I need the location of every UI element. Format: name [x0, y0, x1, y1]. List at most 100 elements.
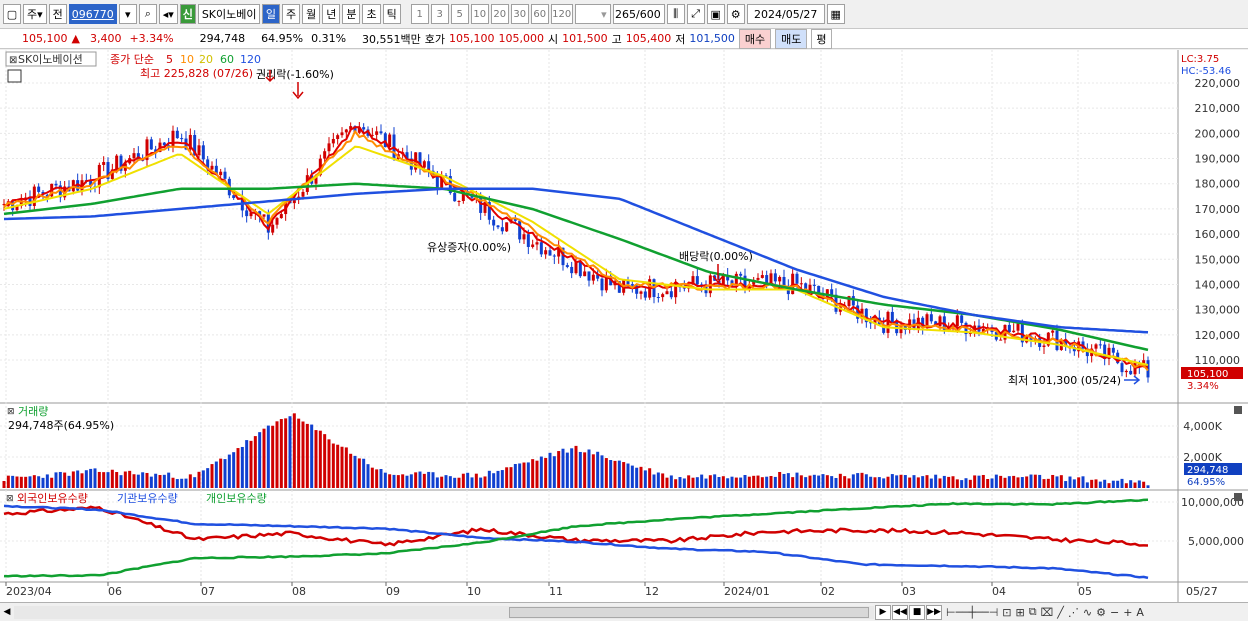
- volume-bar: [67, 475, 71, 488]
- volume-bar: [903, 475, 907, 488]
- scroll-right-icon[interactable]: ▶: [875, 604, 891, 620]
- wave-icon[interactable]: ∿: [1083, 606, 1092, 619]
- volume-bar: [804, 477, 808, 488]
- bid-ask-label: 호가: [424, 32, 446, 46]
- holding-panel-close-icon[interactable]: [1234, 493, 1242, 501]
- sell-button[interactable]: 매도: [775, 28, 808, 49]
- indicator-icon[interactable]: ⌧: [1041, 606, 1054, 619]
- font-icon[interactable]: A: [1136, 606, 1144, 619]
- interval-day[interactable]: 일: [261, 4, 280, 24]
- line-tool-icon[interactable]: ╱: [1057, 606, 1064, 619]
- volume-bar: [50, 477, 54, 488]
- volume-bar: [223, 459, 227, 488]
- volume-bar: [509, 467, 513, 488]
- volume-panel-close-icon[interactable]: [1234, 406, 1242, 414]
- avg-button[interactable]: 평: [811, 28, 832, 49]
- save-icon[interactable]: ▣: [706, 4, 725, 24]
- minute-option-20[interactable]: 20: [490, 4, 509, 24]
- candle-body: [219, 171, 223, 176]
- stock-name-field[interactable]: SK이노베이: [197, 4, 260, 24]
- scroll-thumb[interactable]: [509, 606, 869, 618]
- candle-body: [830, 289, 834, 295]
- scroll-left-icon[interactable]: ◀: [0, 607, 14, 617]
- draw-tool-icon[interactable]: ⤢: [686, 4, 705, 24]
- minute-option-30[interactable]: 30: [510, 4, 529, 24]
- open-label: 시: [548, 32, 559, 46]
- code-dropdown-icon[interactable]: ▾: [118, 4, 137, 24]
- table-toggle-icon[interactable]: [7, 69, 22, 83]
- candle-style-icon[interactable]: ⫼: [666, 4, 685, 24]
- count-field[interactable]: 265/600: [612, 4, 665, 24]
- volume-bar: [661, 473, 665, 488]
- candle-body: [756, 277, 760, 280]
- volume-bar: [149, 476, 153, 488]
- new-badge[interactable]: 신: [179, 4, 196, 24]
- minute-option-3[interactable]: 3: [430, 4, 449, 24]
- minute-option-1[interactable]: 1: [410, 4, 429, 24]
- volume-bar: [301, 421, 305, 488]
- volume-bar: [708, 475, 712, 488]
- minute-option-120[interactable]: 120: [550, 4, 573, 24]
- candle-body: [1007, 324, 1011, 333]
- calendar-icon[interactable]: ▦: [826, 4, 845, 24]
- candle-body: [457, 201, 461, 203]
- bid-value: 105,100: [449, 32, 495, 45]
- rewind-icon[interactable]: ◀◀: [892, 604, 908, 620]
- volume-bar: [32, 475, 36, 488]
- search-icon[interactable]: ⌕: [138, 4, 157, 24]
- gear-icon[interactable]: ⚙: [726, 4, 745, 24]
- interval-week[interactable]: 주: [281, 4, 301, 24]
- volume-bar: [921, 476, 925, 488]
- minute-option-5[interactable]: 5: [450, 4, 469, 24]
- layout-icon[interactable]: ⊡: [1002, 606, 1011, 619]
- volume-bar: [1046, 478, 1050, 488]
- minute-custom-select[interactable]: ▾: [574, 4, 611, 24]
- volume-bar: [1038, 474, 1042, 488]
- stock-code-input[interactable]: 096770: [68, 4, 117, 24]
- inst-holding-line: [3, 504, 1149, 580]
- date-field[interactable]: 2024/05/27: [746, 4, 825, 24]
- period-tab-select[interactable]: 주 ▾: [23, 4, 47, 24]
- chart-area[interactable]: 220,000 210,000 200,000 190,000 180,000 170,0…: [0, 50, 1248, 602]
- prev-button[interactable]: 전: [48, 4, 67, 24]
- volume-y-axis: 4,000K 2,000K: [1183, 420, 1222, 464]
- last-date-label: 05/27: [1186, 585, 1218, 598]
- minute-option-10[interactable]: 10: [470, 4, 489, 24]
- low-note: 최저 101,300 (05/24): [1008, 374, 1121, 387]
- interval-tick[interactable]: 틱: [382, 4, 401, 24]
- volume-bar: [773, 476, 777, 488]
- volume-bar: [331, 443, 335, 488]
- scroll-track[interactable]: [14, 605, 874, 619]
- price-tick-label: 140,000: [1195, 278, 1241, 291]
- candle-body: [175, 130, 179, 139]
- volume-bar: [1107, 483, 1111, 488]
- grid-icon[interactable]: ⊞: [1016, 606, 1025, 619]
- candle-body: [453, 193, 457, 202]
- volume-bar: [474, 473, 478, 488]
- compare-icon[interactable]: ⧉: [1029, 605, 1037, 619]
- window-icon[interactable]: ▢: [3, 4, 21, 24]
- volume-bar: [37, 476, 41, 488]
- volume-bar: [63, 472, 67, 488]
- minute-option-60[interactable]: 60: [530, 4, 549, 24]
- volume-bar: [1016, 477, 1020, 488]
- fast-forward-icon[interactable]: ▶▶: [926, 604, 942, 620]
- interval-second[interactable]: 초: [362, 4, 381, 24]
- buy-button[interactable]: 매수: [738, 28, 772, 49]
- volume-bar: [84, 470, 88, 488]
- volume-bar: [154, 473, 158, 488]
- interval-year[interactable]: 년: [322, 4, 341, 24]
- stop-icon[interactable]: ■: [909, 604, 925, 620]
- trend-icon[interactable]: ⋰: [1068, 606, 1079, 619]
- settings-icon[interactable]: ⚙: [1096, 606, 1106, 619]
- volume-bar: [994, 474, 998, 488]
- stock-chart-svg[interactable]: 220,000 210,000 200,000 190,000 180,000 170,0…: [0, 50, 1248, 602]
- speaker-icon[interactable]: ◂▾: [158, 4, 178, 24]
- zoom-out-icon[interactable]: −: [1110, 606, 1119, 619]
- volume-bar: [1068, 476, 1072, 488]
- interval-month[interactable]: 월: [302, 4, 321, 24]
- interval-minute[interactable]: 분: [342, 4, 361, 24]
- zoom-in-icon[interactable]: +: [1123, 606, 1132, 619]
- price-tick-label: 150,000: [1195, 253, 1241, 266]
- zoom-slider-icon[interactable]: ⊢──┼──⊣: [946, 606, 998, 619]
